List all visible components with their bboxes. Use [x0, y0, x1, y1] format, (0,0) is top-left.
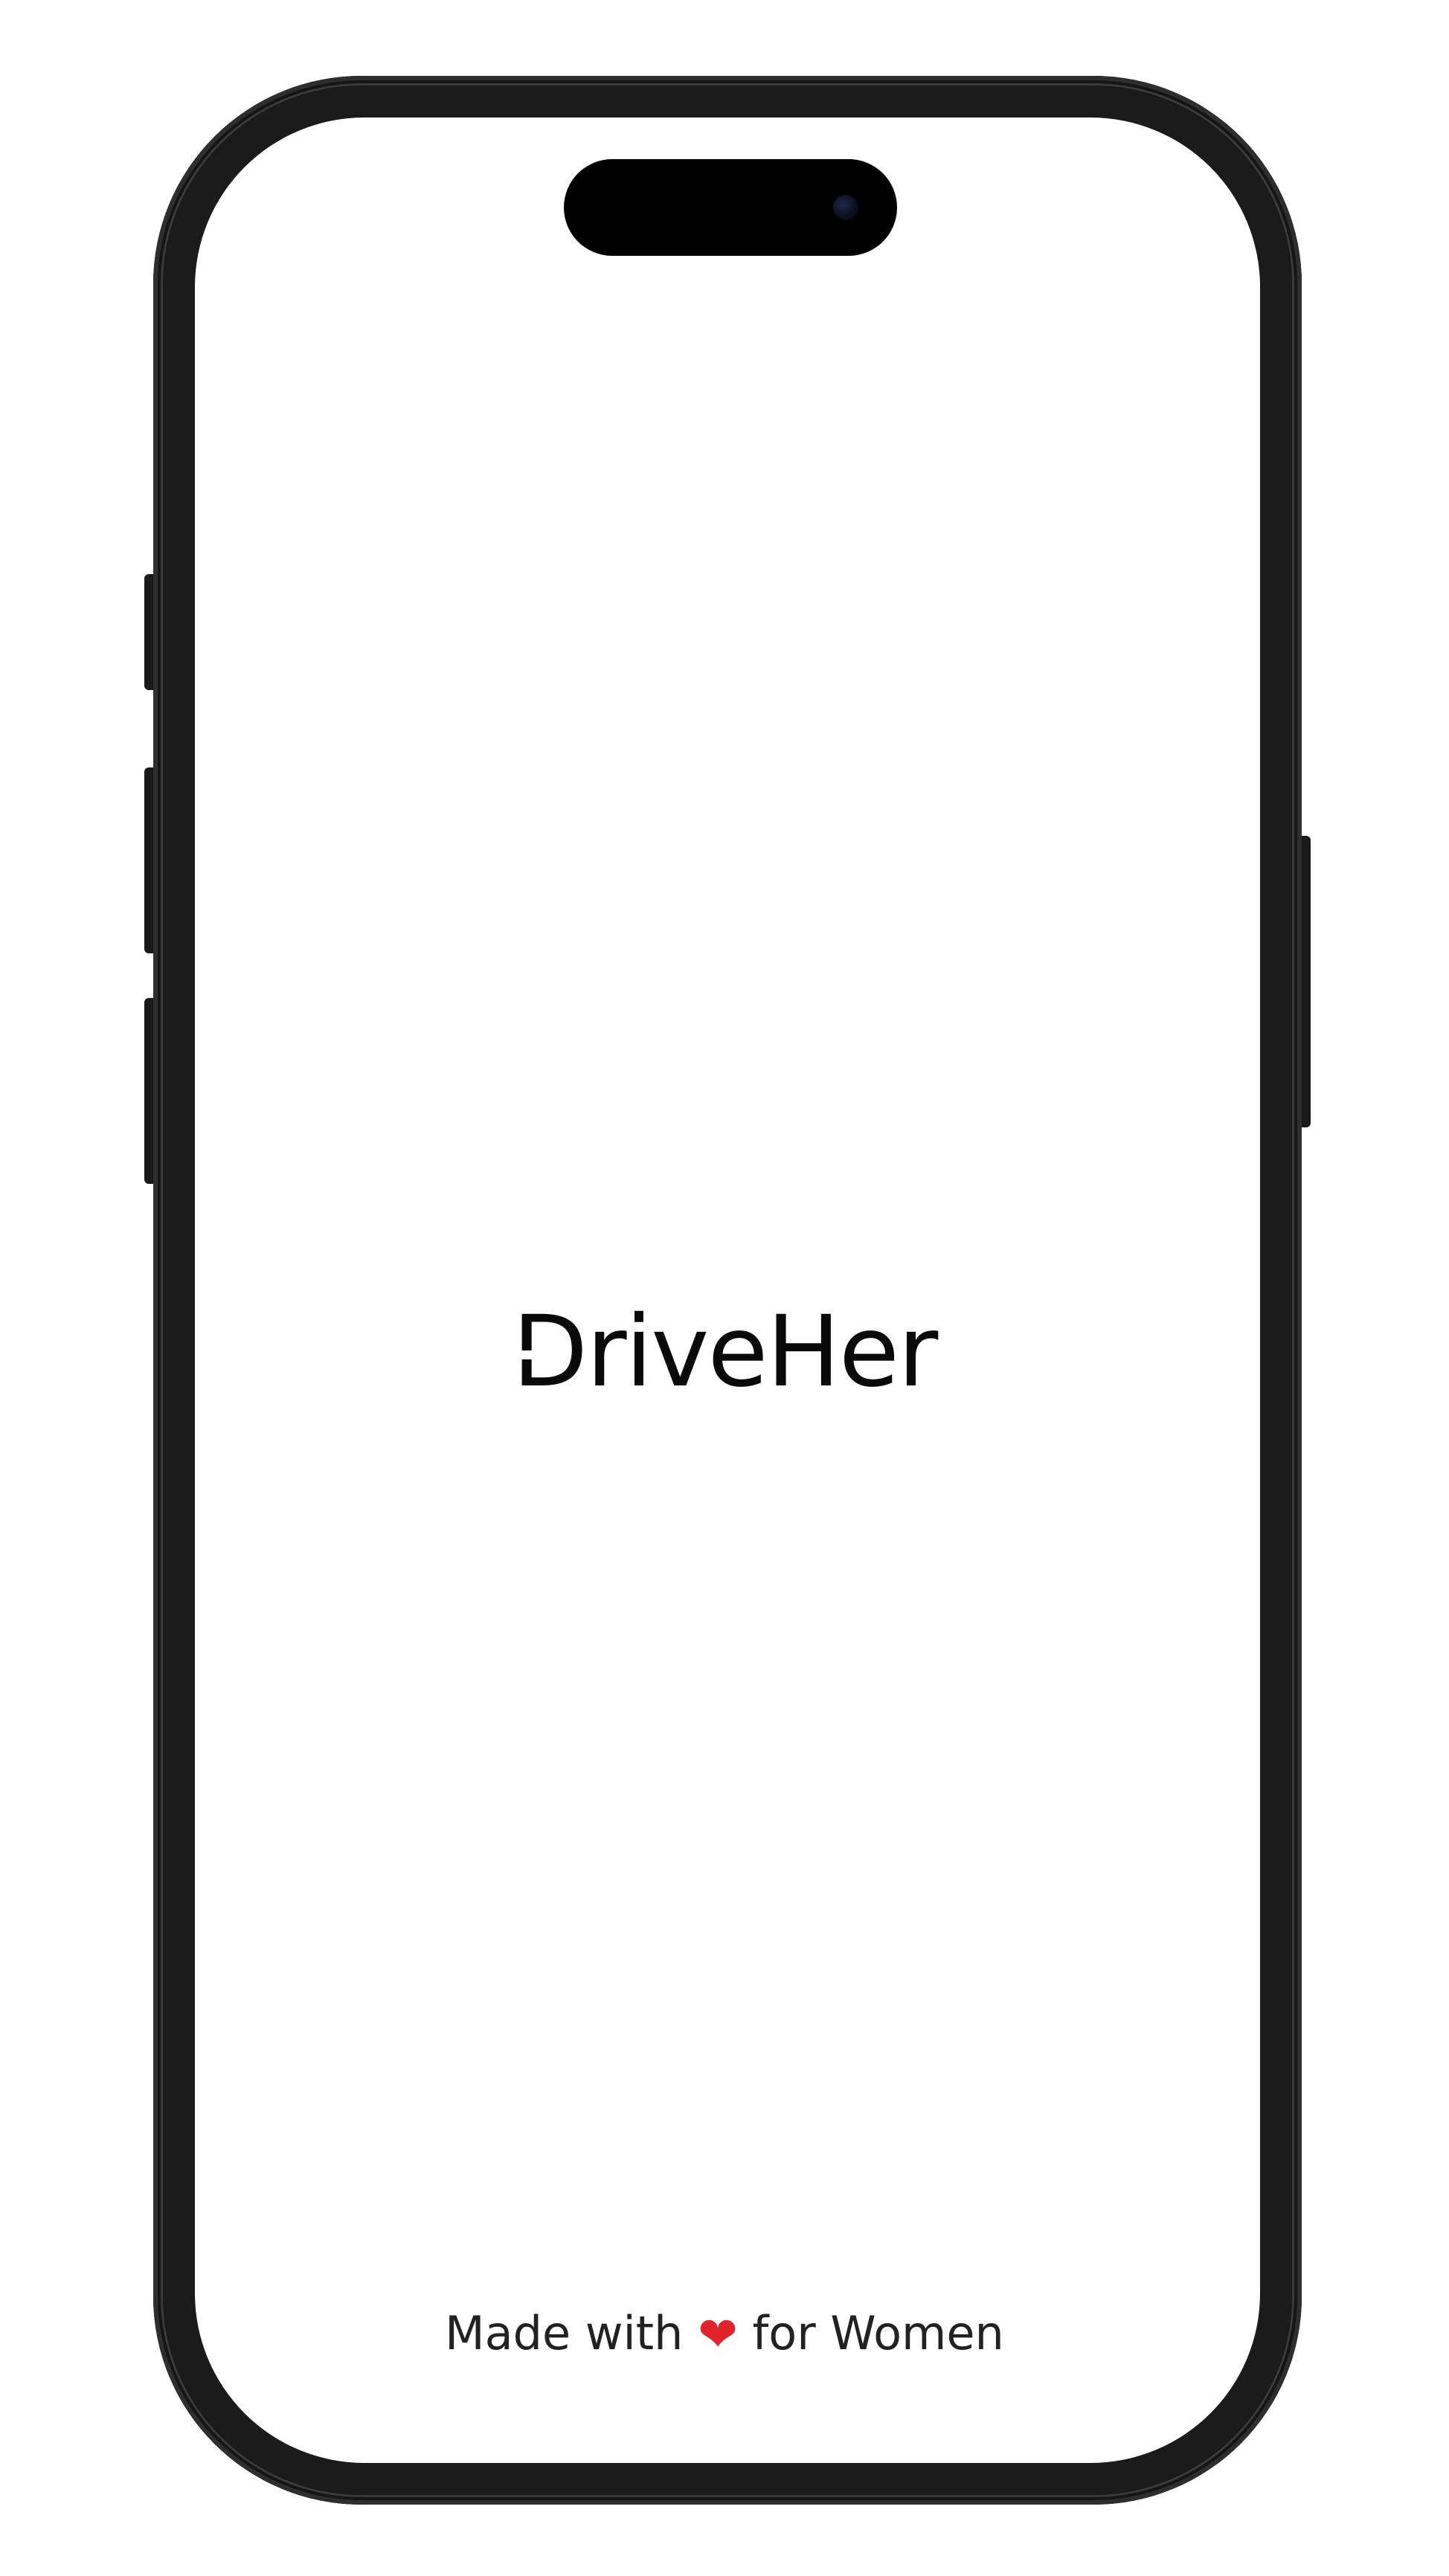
front-camera: [833, 195, 858, 220]
app-logo: DriveHer: [0, 1292, 1449, 1411]
logo-accent-bar: [515, 1350, 548, 1359]
tagline: Made with ❤ for Women: [0, 2304, 1449, 2365]
heart-icon: ❤: [698, 2308, 738, 2363]
tagline-suffix: for Women: [752, 2306, 1004, 2360]
dynamic-island: [564, 159, 897, 256]
phone-screen: [195, 117, 1260, 2463]
logo-wordmark: DriveHer: [512, 1292, 939, 1411]
logo-text: DriveHer: [512, 1295, 939, 1409]
stage: DriveHer Made with ❤ for Women: [0, 0, 1449, 2576]
tagline-prefix: Made with: [445, 2306, 684, 2360]
